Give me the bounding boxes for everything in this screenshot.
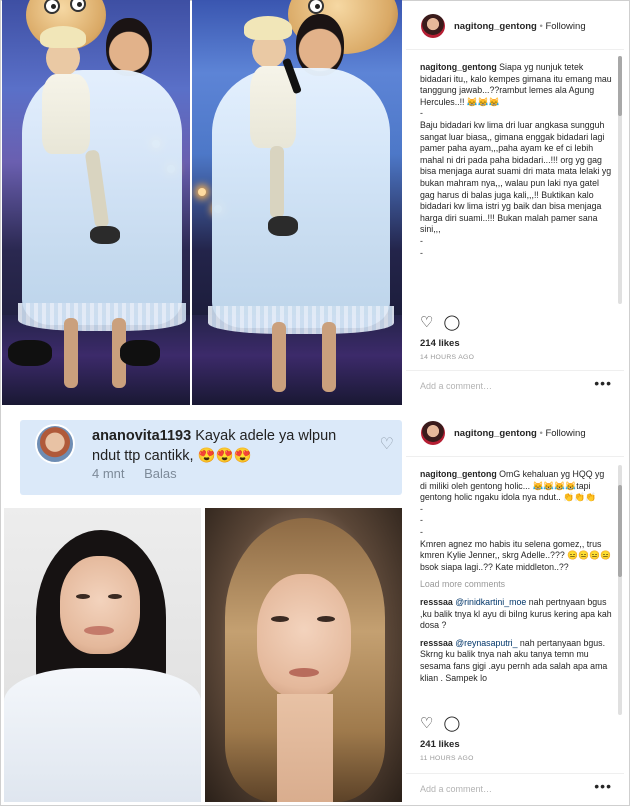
leg: [64, 318, 78, 388]
child-shoe: [90, 226, 120, 244]
bullet: •: [539, 21, 543, 32]
following-button[interactable]: Following: [545, 21, 585, 32]
comment-line: resssaa @rinidkartini_moe nah pertnyaan …: [420, 597, 612, 632]
caption-line: -: [420, 503, 423, 514]
likes-count[interactable]: 214 likes: [420, 338, 460, 349]
caption-line: nagitong_gentong OmG kehaluan yg HQQ yg …: [420, 469, 612, 504]
post-time: 11 HOURS AGO: [420, 755, 474, 762]
child-leg: [270, 146, 284, 218]
more-icon[interactable]: •••: [594, 375, 612, 391]
post-user-line: nagitong_gentong • Following: [454, 21, 586, 32]
add-comment-input[interactable]: Add a comment…: [420, 784, 492, 794]
woman-head: [296, 14, 344, 76]
portrait-photo-left: [4, 508, 201, 802]
face: [257, 574, 351, 698]
mascot-eye: [44, 0, 60, 14]
lips: [289, 668, 319, 677]
eye: [76, 594, 90, 599]
woman-head: [106, 18, 152, 76]
scroll-thumb[interactable]: [618, 56, 622, 116]
white-dress: [208, 68, 394, 334]
heart-icon[interactable]: ♡: [380, 434, 394, 454]
load-more-comments[interactable]: Load more comments: [420, 579, 612, 591]
caption-line: -: [420, 235, 423, 246]
post-actions: ♡ ◯: [420, 313, 470, 331]
post-header: nagitong_gentong • Following: [406, 407, 624, 457]
mascot-shoe: [120, 340, 160, 366]
caption-line: Baju bidadari kw lima dri luar angkasa s…: [420, 119, 612, 235]
heart-icon[interactable]: ♡: [420, 313, 433, 331]
instagram-post-2: nagitong_gentong • Following nagitong_ge…: [406, 407, 624, 803]
post-caption: nagitong_gentong Siapa yg nunjuk tetek b…: [420, 62, 612, 290]
mascot-eye: [308, 0, 324, 14]
mascot-eye: [70, 0, 86, 12]
post-caption: nagitong_gentong OmG kehaluan yg HQQ yg …: [420, 469, 612, 707]
post-header: nagitong_gentong • Following: [406, 0, 624, 50]
child-hat: [244, 16, 292, 40]
comment-icon[interactable]: ◯: [443, 313, 460, 331]
white-top: [4, 668, 201, 802]
heart-icon[interactable]: ♡: [420, 714, 433, 732]
lips: [84, 626, 114, 635]
more-icon[interactable]: •••: [594, 778, 612, 794]
caption-username[interactable]: nagitong_gentong: [420, 469, 497, 479]
caption-line: -: [420, 515, 423, 526]
stage-photo-right: [192, 0, 402, 405]
comment-meta: 4 mnt Balas: [92, 466, 193, 481]
post-username[interactable]: nagitong_gentong: [454, 21, 537, 32]
reply-link[interactable]: Balas: [144, 466, 177, 481]
caption-line: -: [420, 247, 423, 258]
leg: [272, 322, 286, 392]
add-comment-input[interactable]: Add a comment…: [420, 381, 492, 391]
mascot-shoe: [8, 340, 52, 366]
bullet: •: [539, 428, 543, 439]
caption-username[interactable]: nagitong_gentong: [420, 62, 497, 72]
child-shoe: [268, 216, 298, 236]
caption-line: -: [420, 526, 423, 537]
post-username[interactable]: nagitong_gentong: [454, 428, 537, 439]
comment-card: ananovita1193 Kayak adele ya wlpun ndut …: [20, 420, 402, 495]
scroll-thumb[interactable]: [618, 485, 622, 577]
comment-time: 4 mnt: [92, 466, 125, 481]
instagram-post-1: nagitong_gentong • Following nagitong_ge…: [406, 0, 624, 405]
stage-photo-left: [2, 0, 190, 405]
comment-username[interactable]: ananovita1193: [92, 428, 191, 444]
leg: [322, 322, 336, 392]
add-comment-bar: Add a comment… •••: [406, 773, 624, 803]
eye: [317, 616, 335, 622]
child-body: [42, 74, 90, 154]
scrollbar[interactable]: [618, 56, 622, 304]
comment-line: resssaa @reynasaputri_ nah pertanyaan bg…: [420, 638, 612, 684]
post-user-line: nagitong_gentong • Following: [454, 428, 586, 439]
comment-icon[interactable]: ◯: [443, 714, 460, 732]
avatar: [35, 424, 75, 464]
comment-text: ananovita1193 Kayak adele ya wlpun ndut …: [92, 426, 362, 466]
caption-line: Kmren agnez mo habis itu selena gomez,, …: [420, 538, 611, 572]
neck: [277, 694, 333, 802]
eye: [271, 616, 289, 622]
comment-username[interactable]: resssaa: [420, 638, 453, 648]
comment-mention[interactable]: @rinidkartini_moe: [455, 597, 526, 607]
comment-username[interactable]: resssaa: [420, 597, 453, 607]
child-hat: [40, 26, 86, 48]
caption-line: nagitong_gentong Siapa yg nunjuk tetek b…: [420, 62, 612, 108]
avatar[interactable]: [421, 14, 445, 38]
stage-light: [198, 188, 206, 196]
following-button[interactable]: Following: [545, 428, 585, 439]
face: [60, 556, 140, 654]
avatar[interactable]: [421, 421, 445, 445]
likes-count[interactable]: 241 likes: [420, 739, 460, 750]
portrait-photo-right: [205, 508, 402, 802]
eye: [108, 594, 122, 599]
add-comment-bar: Add a comment… •••: [406, 370, 624, 400]
post-time: 14 HOURS AGO: [420, 354, 475, 361]
scrollbar[interactable]: [618, 465, 622, 715]
comment-mention[interactable]: @reynasaputri_: [455, 638, 517, 648]
caption-line: -: [420, 108, 423, 119]
post-actions: ♡ ◯: [420, 714, 470, 732]
